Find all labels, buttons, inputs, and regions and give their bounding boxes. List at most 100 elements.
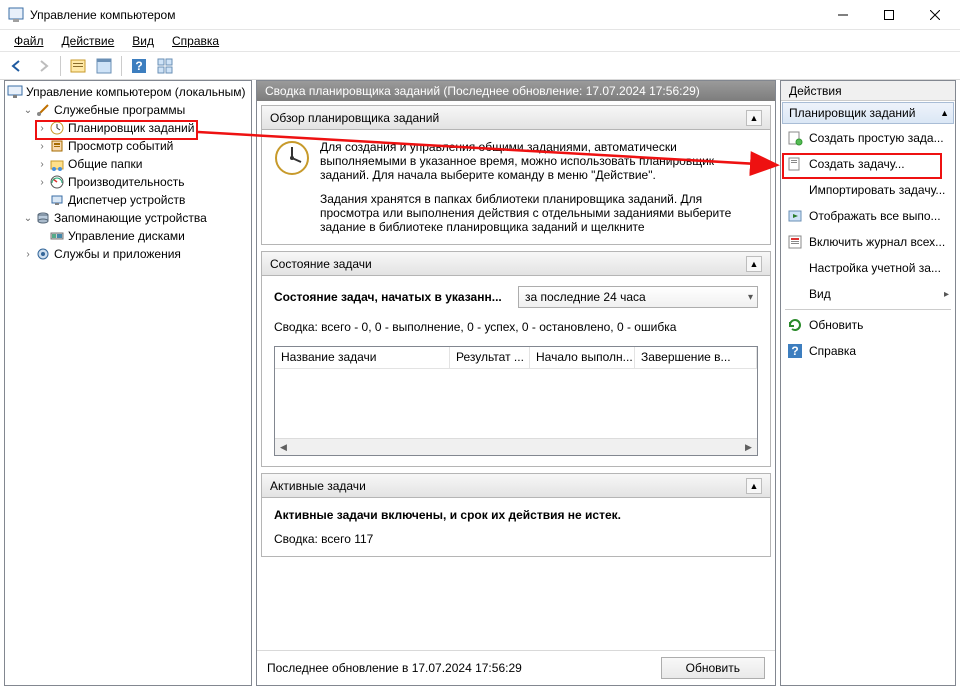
refresh-button[interactable]: Обновить <box>661 657 765 679</box>
col-end[interactable]: Завершение в... <box>635 347 757 368</box>
group-header-overview[interactable]: Обзор планировщика заданий ▲ <box>262 106 770 130</box>
toolbar: ? <box>0 52 960 80</box>
history-icon <box>787 234 803 250</box>
collapse-icon[interactable]: ▲ <box>746 478 762 494</box>
expander-closed-icon[interactable]: › <box>35 177 49 188</box>
clock-large-icon <box>274 140 310 176</box>
tree-label: Управление дисками <box>68 229 185 243</box>
tree-label: Просмотр событий <box>68 139 173 153</box>
action-enable-history[interactable]: Включить журнал всех... <box>781 229 955 255</box>
tools-icon <box>35 102 51 118</box>
menu-help[interactable]: Справка <box>164 32 227 50</box>
scroll-right-icon[interactable]: ▶ <box>740 439 757 456</box>
expander-closed-icon[interactable]: › <box>21 249 35 260</box>
action-create-task[interactable]: Создать задачу... <box>781 151 955 177</box>
menu-view[interactable]: Вид <box>124 32 162 50</box>
group-title: Активные задачи <box>270 479 366 493</box>
expander-closed-icon[interactable]: › <box>35 123 49 134</box>
collapse-icon[interactable]: ▲ <box>746 110 762 126</box>
storage-icon <box>35 210 51 226</box>
minimize-button[interactable] <box>820 0 866 30</box>
action-account-config[interactable]: Настройка учетной за... <box>781 255 955 281</box>
expander-open-icon[interactable]: ⌄ <box>21 213 35 224</box>
expander-open-icon[interactable]: ⌄ <box>21 105 35 116</box>
menu-file[interactable]: Файл <box>6 32 52 50</box>
col-name[interactable]: Название задачи <box>275 347 450 368</box>
action-label: Включить журнал всех... <box>809 235 945 249</box>
action-view[interactable]: Вид <box>781 281 955 307</box>
expander-closed-icon[interactable]: › <box>35 159 49 170</box>
tree-storage[interactable]: ⌄ Запоминающие устройства <box>7 209 249 227</box>
action-label: Обновить <box>809 318 863 332</box>
action-label: Отображать все выпо... <box>809 209 941 223</box>
horizontal-scrollbar[interactable]: ◀ ▶ <box>275 438 757 455</box>
collapse-icon[interactable]: ▲ <box>940 108 949 118</box>
expander-closed-icon[interactable]: › <box>35 141 49 152</box>
scope-tree-pane: Управление компьютером (локальным) ⌄ Слу… <box>4 80 252 686</box>
group-header-active[interactable]: Активные задачи ▲ <box>262 474 770 498</box>
details-header: Сводка планировщика заданий (Последнее о… <box>257 81 775 101</box>
tree-shared-folders[interactable]: › Общие папки <box>7 155 249 173</box>
back-button[interactable] <box>6 55 28 77</box>
action-show-running[interactable]: Отображать все выпо... <box>781 203 955 229</box>
actions-header: Действия <box>781 81 955 101</box>
close-button[interactable] <box>912 0 958 30</box>
group-title: Состояние задачи <box>270 257 372 271</box>
perf-icon <box>49 174 65 190</box>
action-create-basic-task[interactable]: Создать простую зада... <box>781 125 955 151</box>
forward-button[interactable] <box>32 55 54 77</box>
tree-task-scheduler[interactable]: › Планировщик заданий <box>7 119 249 137</box>
overview-p1: Для создания и управления общими задания… <box>320 140 758 182</box>
status-summary: Сводка: всего - 0, 0 - выполнение, 0 - у… <box>274 320 758 334</box>
action-label: Создать задачу... <box>809 157 905 171</box>
toolbutton-3[interactable] <box>154 55 176 77</box>
tree-root[interactable]: Управление компьютером (локальным) <box>7 83 249 101</box>
help-toolbutton[interactable]: ? <box>128 55 150 77</box>
tree-label: Управление компьютером (локальным) <box>26 85 246 99</box>
action-label: Импортировать задачу... <box>809 183 945 197</box>
group-header-status[interactable]: Состояние задачи ▲ <box>262 252 770 276</box>
menu-action[interactable]: Действие <box>54 32 123 50</box>
details-scroll[interactable]: Обзор планировщика заданий ▲ Для создани… <box>257 101 775 650</box>
toolbutton-1[interactable] <box>67 55 89 77</box>
status-period-combo[interactable]: за последние 24 часа <box>518 286 758 308</box>
action-label: Справка <box>809 344 856 358</box>
tree-device-manager[interactable]: › Диспетчер устройств <box>7 191 249 209</box>
running-icon <box>787 208 803 224</box>
device-icon <box>49 192 65 208</box>
titlebar: Управление компьютером <box>0 0 960 30</box>
scroll-left-icon[interactable]: ◀ <box>275 439 292 456</box>
disk-icon <box>49 228 65 244</box>
tree-system-tools[interactable]: ⌄ Служебные программы <box>7 101 249 119</box>
actions-section-title[interactable]: Планировщик заданий ▲ <box>782 102 954 124</box>
toolbutton-2[interactable] <box>93 55 115 77</box>
tree-label: Запоминающие устройства <box>54 211 207 225</box>
tree-disk-management[interactable]: › Управление дисками <box>7 227 249 245</box>
action-label: Создать простую зада... <box>809 131 944 145</box>
task-new-icon <box>787 130 803 146</box>
col-result[interactable]: Результат ... <box>450 347 530 368</box>
action-refresh[interactable]: Обновить <box>781 312 955 338</box>
action-label: Настройка учетной за... <box>809 261 941 275</box>
window-title: Управление компьютером <box>30 8 820 22</box>
event-icon <box>49 138 65 154</box>
tree-label: Общие папки <box>68 157 142 171</box>
overview-p2: Задания хранятся в папках библиотеки пла… <box>320 192 758 234</box>
action-label: Вид <box>809 287 831 301</box>
action-import-task[interactable]: Импортировать задачу... <box>781 177 955 203</box>
tree-event-viewer[interactable]: › Просмотр событий <box>7 137 249 155</box>
group-active: Активные задачи ▲ Активные задачи включе… <box>261 473 771 557</box>
tree-performance[interactable]: › Производительность <box>7 173 249 191</box>
computer-icon <box>7 84 23 100</box>
folder-share-icon <box>49 156 65 172</box>
collapse-icon[interactable]: ▲ <box>746 256 762 272</box>
action-help[interactable]: ? Справка <box>781 338 955 364</box>
help-icon: ? <box>787 343 803 359</box>
svg-text:?: ? <box>791 344 798 358</box>
tree-label: Службы и приложения <box>54 247 181 261</box>
tree-services-apps[interactable]: › Службы и приложения <box>7 245 249 263</box>
tree-label: Диспетчер устройств <box>68 193 185 207</box>
maximize-button[interactable] <box>866 0 912 30</box>
col-start[interactable]: Начало выполн... <box>530 347 635 368</box>
status-list[interactable]: Название задачи Результат ... Начало вып… <box>274 346 758 456</box>
